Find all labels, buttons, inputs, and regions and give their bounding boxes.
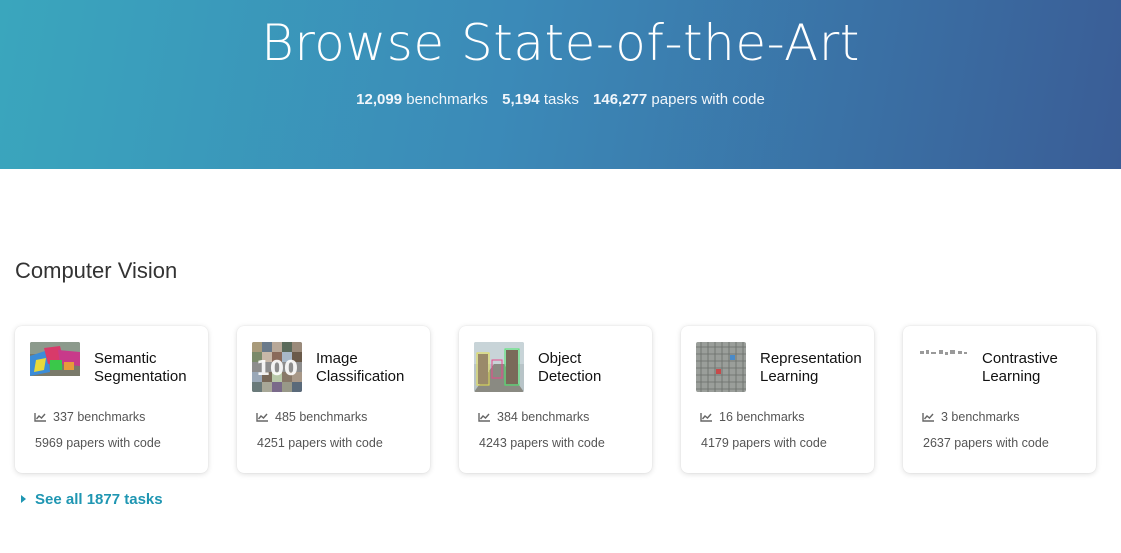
- benchmarks-text: 384 benchmarks: [497, 410, 590, 424]
- hero-banner: Browse State-of-the-Art 12,099 benchmark…: [0, 0, 1121, 169]
- papers-count: 5969 papers with code: [35, 436, 161, 450]
- chart-line-icon: [256, 413, 268, 422]
- stat-papers: 146,277 papers with code: [593, 91, 765, 108]
- stat-papers-label: papers with code: [651, 91, 765, 108]
- task-title[interactable]: Contrastive Learning: [982, 350, 1092, 386]
- task-title[interactable]: Semantic Segmentation: [94, 350, 204, 386]
- stat-tasks-value: 5,194: [502, 91, 540, 108]
- caret-right-icon: [21, 495, 26, 503]
- task-cards: Semantic Segmentation 337 benchmarks 596…: [15, 326, 1115, 474]
- benchmarks-count: 485 benchmarks: [256, 410, 367, 424]
- benchmarks-text: 16 benchmarks: [719, 410, 805, 424]
- stat-benchmarks-value: 12,099: [356, 91, 403, 108]
- benchmarks-text: 3 benchmarks: [941, 410, 1020, 424]
- task-card-semantic-segmentation[interactable]: Semantic Segmentation 337 benchmarks 596…: [15, 326, 208, 473]
- task-title[interactable]: Image Classification: [316, 350, 426, 386]
- benchmarks-text: 485 benchmarks: [275, 410, 368, 424]
- task-title[interactable]: Representation Learning: [760, 350, 870, 386]
- papers-count: 4243 papers with code: [479, 436, 605, 450]
- benchmarks-count: 16 benchmarks: [700, 410, 804, 424]
- see-all-tasks-link[interactable]: See all 1877 tasks: [21, 491, 163, 508]
- stat-papers-value: 146,277: [593, 91, 648, 108]
- task-title[interactable]: Object Detection: [538, 350, 648, 386]
- detection-thumbnail: [474, 342, 524, 392]
- chart-line-icon: [700, 413, 712, 422]
- papers-count: 2637 papers with code: [923, 436, 1049, 450]
- segmentation-thumbnail: [30, 342, 80, 392]
- classification-thumbnail: 100: [252, 342, 302, 392]
- papers-count: 4179 papers with code: [701, 436, 827, 450]
- stat-tasks: 5,194 tasks: [502, 91, 579, 108]
- benchmarks-count: 384 benchmarks: [478, 410, 589, 424]
- benchmarks-count: 3 benchmarks: [922, 410, 1020, 424]
- representation-thumbnail: [696, 342, 746, 392]
- stat-benchmarks-label: benchmarks: [406, 91, 488, 108]
- chart-line-icon: [478, 413, 490, 422]
- site-stats: 12,099 benchmarks 5,194 tasks 146,277 pa…: [0, 91, 1121, 108]
- benchmarks-count: 337 benchmarks: [34, 410, 145, 424]
- chart-line-icon: [922, 413, 934, 422]
- stat-tasks-label: tasks: [543, 91, 579, 108]
- see-all-label: See all 1877 tasks: [35, 491, 163, 508]
- task-card-image-classification[interactable]: 100 Image Classification 485 benchmarks …: [237, 326, 430, 473]
- page-title: Browse State-of-the-Art: [261, 14, 860, 72]
- task-card-representation-learning[interactable]: Representation Learning 16 benchmarks 41…: [681, 326, 874, 473]
- papers-count: 4251 papers with code: [257, 436, 383, 450]
- contrastive-thumbnail: [918, 342, 968, 392]
- stat-benchmarks: 12,099 benchmarks: [356, 91, 488, 108]
- svg-text:100: 100: [256, 356, 298, 380]
- section-title: Computer Vision: [15, 258, 178, 283]
- benchmarks-text: 337 benchmarks: [53, 410, 146, 424]
- task-card-object-detection[interactable]: Object Detection 384 benchmarks 4243 pap…: [459, 326, 652, 473]
- chart-line-icon: [34, 413, 46, 422]
- task-card-contrastive-learning[interactable]: Contrastive Learning 3 benchmarks 2637 p…: [903, 326, 1096, 473]
